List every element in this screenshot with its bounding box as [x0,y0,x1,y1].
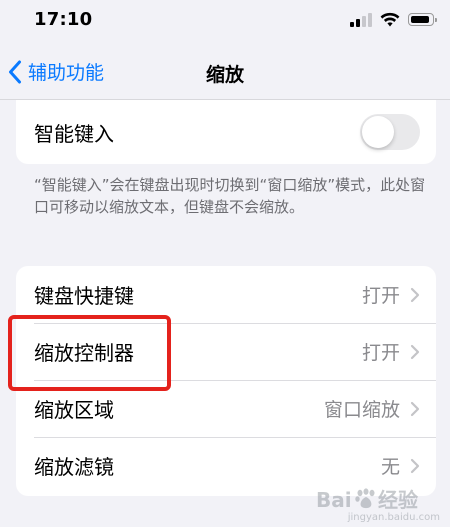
row-value: 无 [380,456,400,478]
wifi-icon [380,12,400,27]
baidu-jingyan-watermark: Bai 经验 jingyan.baidu.com [316,484,444,523]
chevron-right-icon [410,287,420,302]
svg-text:Bai: Bai [316,488,352,512]
baidu-jingyan-logo: Bai 经验 [316,488,418,512]
watermark-url: jingyan.baidu.com [347,512,440,523]
smart-typing-toggle[interactable] [360,114,420,150]
settings-screen: 17:10 辅助功能 缩放 智能键入 “智能键入”会在键盘出现时切换到“窗口缩放… [0,0,450,527]
status-bar: 17:10 [0,0,450,44]
row-value: 打开 [361,285,400,307]
row-label: 键盘快捷键 [34,284,134,308]
chevron-right-icon [410,401,420,416]
battery-level [410,15,429,23]
row-value: 打开 [361,342,400,364]
smart-typing-footer-note: “智能键入”会在键盘出现时切换到“窗口缩放”模式，此处窗口可移动以缩放文本，但键… [34,176,426,216]
highlight-annotation-box [8,315,171,391]
cellular-signal-icon [350,12,372,27]
status-icons [350,12,437,27]
toggle-knob [362,116,394,148]
row-label: 缩放滤镜 [34,455,114,479]
svg-text:经验: 经验 [378,488,418,512]
chevron-right-icon [410,344,420,359]
smart-typing-group: 智能键入 [16,100,436,164]
navigation-bar: 辅助功能 缩放 [0,44,450,100]
battery-icon [408,13,437,26]
row-value: 窗口缩放 [323,399,400,421]
chevron-right-icon [410,458,420,473]
smart-typing-row: 智能键入 [16,100,436,164]
row-label: 缩放区域 [34,398,114,422]
status-time: 17:10 [34,9,93,30]
page-title: 缩放 [205,64,244,86]
smart-typing-label: 智能键入 [34,121,114,146]
